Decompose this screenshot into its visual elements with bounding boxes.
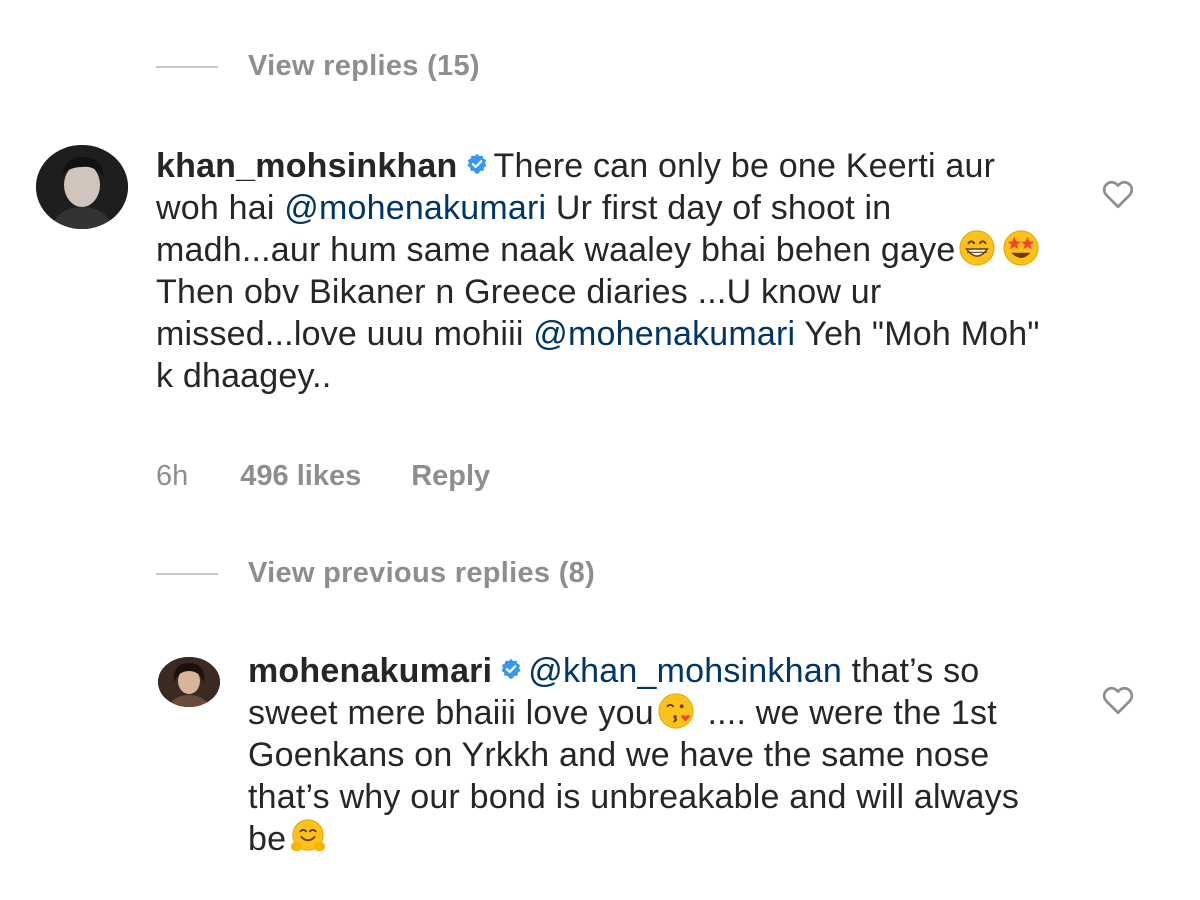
star-struck-emoji-icon (1003, 230, 1040, 266)
mention-link[interactable]: @khan_mohsinkhan (528, 652, 842, 690)
face-blowing-kiss-emoji-icon (658, 693, 694, 729)
mention-link[interactable]: @mohenakumari (284, 189, 546, 227)
reply-button[interactable]: Reply (411, 460, 490, 493)
verified-badge-icon (466, 153, 487, 174)
likes-count[interactable]: 496 likes (240, 460, 361, 493)
comment-username[interactable]: mohenakumari (248, 652, 492, 690)
beaming-face-emoji-icon (959, 230, 996, 266)
thread-line (156, 572, 218, 575)
view-previous-replies-button[interactable]: View previous replies (8) (156, 557, 595, 590)
verified-badge-icon (501, 658, 521, 679)
mention-link[interactable]: @mohenakumari (533, 315, 795, 353)
comment-timestamp: 6h (156, 460, 189, 492)
comment-meta: 6h 496 likes Reply (156, 460, 490, 493)
avatar[interactable] (36, 145, 128, 229)
view-replies-label: View replies (15) (248, 50, 480, 82)
view-previous-replies-label: View previous replies (8) (248, 557, 596, 589)
avatar[interactable] (158, 657, 220, 707)
like-heart-icon[interactable] (1100, 682, 1136, 718)
view-replies-button[interactable]: View replies (15) (156, 50, 480, 83)
comment-username[interactable]: khan_mohsinkhan (156, 147, 458, 185)
comment-text: khan_mohsinkhan There can only be one Kee… (156, 145, 1056, 397)
reply-comment-text: mohenakumari @khan_mohsinkhan that’s so s… (248, 650, 1048, 860)
like-heart-icon[interactable] (1100, 176, 1136, 212)
thread-line (156, 65, 218, 68)
hugging-face-emoji-icon (291, 819, 326, 852)
